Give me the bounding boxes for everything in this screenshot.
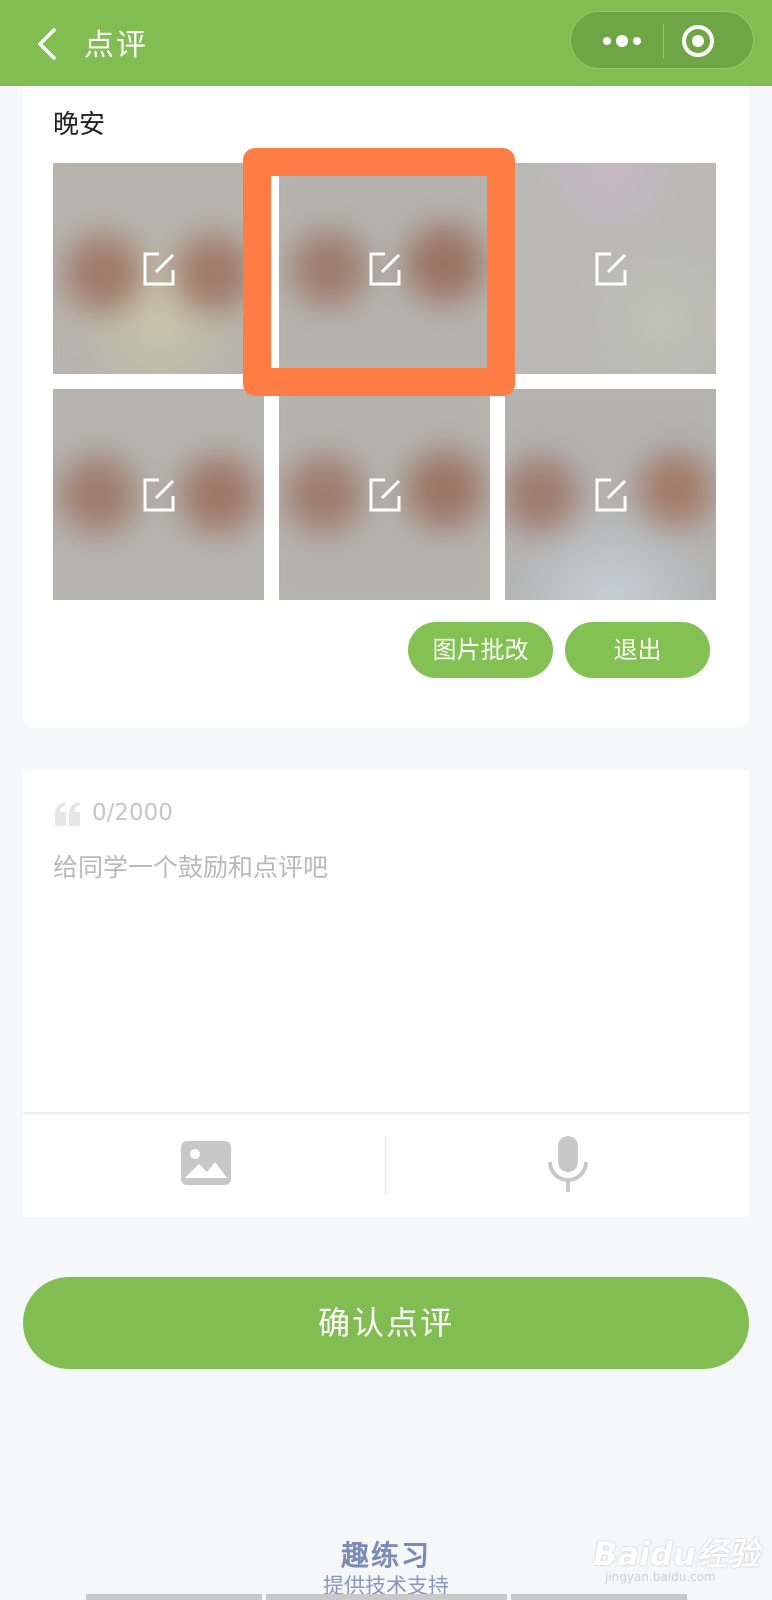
microphone-icon[interactable] [546,1136,590,1194]
nav-bar: 点评 [0,0,772,86]
edit-icon [143,252,175,286]
photo-thumbnail-3[interactable] [505,163,716,374]
divider [23,1112,749,1114]
exit-button[interactable]: 退出 [565,622,710,678]
bottom-bar [511,1594,687,1600]
highlight-box [243,148,515,396]
confirm-comment-button[interactable]: 确认点评 [23,1277,749,1369]
capsule-menu [570,11,754,69]
photo-thumbnail-4[interactable] [53,389,264,600]
comment-input[interactable]: 给同学一个鼓励和点评吧 [53,848,328,884]
image-icon[interactable] [180,1140,232,1186]
more-icon[interactable] [589,12,661,70]
bottom-bar [86,1594,262,1600]
capsule-divider [663,24,664,58]
bottom-bar [266,1594,507,1600]
post-text: 晚安 [53,110,106,140]
toolbar-separator [385,1136,386,1194]
watermark-url: jingyan.baidu.com [605,1570,716,1584]
annotate-image-button[interactable]: 图片批改 [408,622,553,678]
comment-card [23,770,749,1217]
close-miniprogram-icon[interactable] [665,12,755,70]
edit-icon [143,478,175,512]
page-title: 点评 [84,28,148,63]
photo-thumbnail-1[interactable] [53,163,264,374]
quote-icon [55,802,80,826]
watermark-logo: Baidu经验 [593,1535,760,1573]
back-arrow-icon[interactable] [30,26,66,62]
photo-thumbnail-5[interactable] [279,389,490,600]
edit-icon [369,478,401,512]
photo-thumbnail-6[interactable] [505,389,716,600]
edit-icon [595,478,627,512]
edit-icon [595,252,627,286]
char-counter: 0/2000 [92,800,173,826]
